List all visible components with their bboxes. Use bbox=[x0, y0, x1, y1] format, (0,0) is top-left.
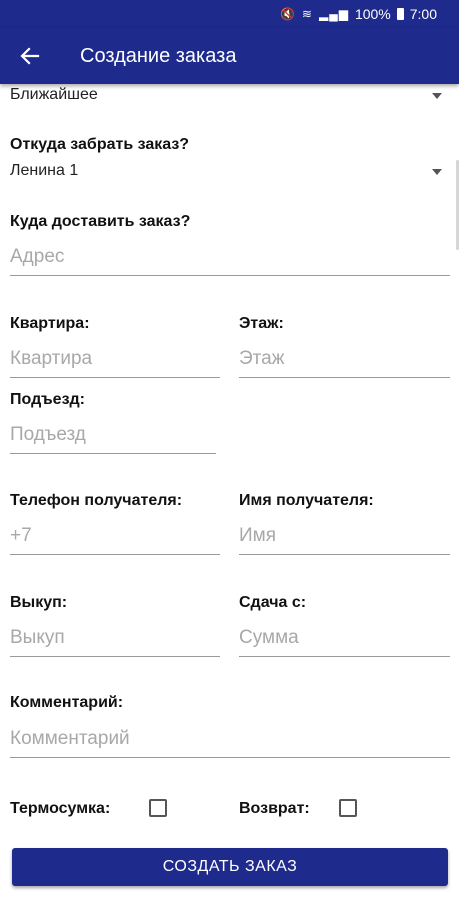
lte-signal-icon: ▂▄▆ bbox=[318, 7, 349, 21]
wifi-icon: ≋ bbox=[301, 7, 313, 21]
pickup-select[interactable]: Ленина 1 bbox=[10, 160, 450, 184]
entrance-label: Подъезд: bbox=[10, 391, 86, 408]
recipient-phone-input[interactable] bbox=[10, 523, 220, 555]
clock: 7:00 bbox=[409, 6, 437, 22]
pickup-label: Откуда забрать заказ? bbox=[10, 136, 190, 153]
caret-down-icon bbox=[432, 93, 442, 99]
recipient-name-input[interactable] bbox=[239, 523, 450, 555]
battery-level: 100% bbox=[354, 6, 391, 22]
address-input[interactable] bbox=[10, 244, 450, 276]
thermobag-label: Термосумка: bbox=[10, 800, 111, 817]
return-checkbox[interactable] bbox=[339, 799, 357, 817]
status-bar: 🔇 ≋ ▂▄▆ 100% 7:00 bbox=[0, 0, 459, 28]
recipient-name-label: Имя получателя: bbox=[239, 492, 374, 509]
recipient-phone-label: Телефон получателя: bbox=[10, 492, 183, 509]
buyout-input[interactable] bbox=[10, 625, 220, 657]
return-label: Возврат: bbox=[239, 800, 310, 817]
address-label: Куда доставить заказ? bbox=[10, 213, 191, 230]
caret-down-icon bbox=[432, 169, 442, 175]
app-bar: Создание заказа bbox=[0, 28, 459, 84]
delivery-time-value: Ближайшее bbox=[10, 86, 98, 103]
change-from-input[interactable] bbox=[239, 625, 450, 657]
delivery-time-select[interactable]: Ближайшее bbox=[10, 84, 450, 108]
mute-icon: 🔇 bbox=[279, 7, 296, 21]
battery-icon bbox=[396, 8, 404, 20]
thermobag-checkbox[interactable] bbox=[149, 799, 167, 817]
page-title: Создание заказа bbox=[80, 44, 237, 67]
buyout-label: Выкуп: bbox=[10, 594, 68, 611]
apartment-input[interactable] bbox=[10, 346, 220, 378]
entrance-input[interactable] bbox=[10, 422, 216, 454]
floor-input[interactable] bbox=[239, 346, 450, 378]
change-from-label: Сдача с: bbox=[239, 594, 307, 611]
pickup-value: Ленина 1 bbox=[10, 162, 79, 179]
comment-input[interactable] bbox=[10, 726, 450, 758]
apartment-label: Квартира: bbox=[10, 315, 90, 332]
floor-label: Этаж: bbox=[239, 315, 284, 332]
comment-label: Комментарий: bbox=[10, 694, 124, 711]
back-button[interactable] bbox=[0, 28, 60, 84]
create-order-button[interactable]: СОЗДАТЬ ЗАКАЗ bbox=[12, 848, 448, 886]
arrow-left-icon bbox=[20, 47, 40, 65]
